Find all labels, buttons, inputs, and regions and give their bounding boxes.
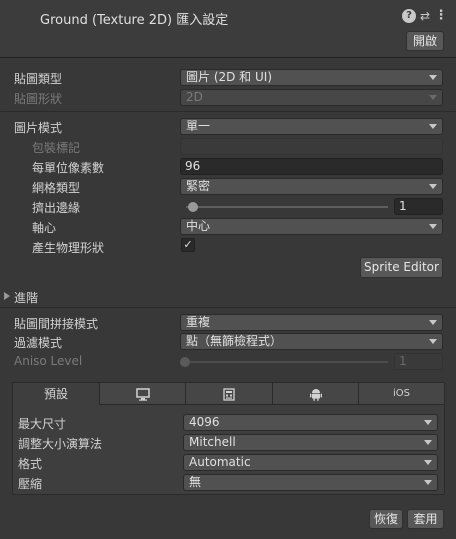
mesh-type-label: 網格類型: [32, 181, 81, 195]
tab-android[interactable]: [273, 383, 359, 405]
expand-arrow-icon[interactable]: [4, 292, 10, 300]
pixels-per-unit-label: 每單位像素數: [32, 161, 105, 175]
chevron-down-icon: [429, 95, 437, 100]
help-icon[interactable]: ?: [402, 9, 416, 23]
generate-physics-label: 產生物理形狀: [32, 241, 105, 255]
generate-physics-checkbox[interactable]: ✓: [181, 238, 195, 252]
wrap-mode-label: 貼圖間拼接模式: [14, 317, 99, 331]
extrude-edges-field[interactable]: 1: [394, 198, 443, 215]
max-size-label: 最大尺寸: [18, 417, 67, 431]
texture-shape-value: 2D: [186, 90, 203, 104]
tab-ios-label: iOS: [393, 388, 410, 399]
chevron-down-icon: [429, 184, 437, 189]
chevron-down-icon: [424, 460, 432, 465]
chevron-down-icon: [429, 75, 437, 80]
android-icon: [309, 389, 322, 401]
chevron-down-icon: [424, 440, 432, 445]
texture-type-value: 圖片 (2D 和 UI): [186, 70, 273, 84]
tab-ios[interactable]: iOS: [359, 383, 444, 405]
tab-default-label: 預設: [43, 387, 68, 401]
resize-algorithm-value: Mitchell: [189, 435, 236, 449]
open-button[interactable]: 開啟: [406, 31, 444, 51]
apply-button[interactable]: 套用: [407, 509, 444, 529]
advanced-foldout-label[interactable]: 進階: [14, 289, 38, 306]
context-menu-icon[interactable]: ⋮: [434, 9, 448, 23]
resize-algorithm-label: 調整大小演算法: [18, 437, 103, 451]
packing-tag-field: [180, 138, 443, 155]
chevron-down-icon: [429, 224, 437, 229]
resize-algorithm-dropdown[interactable]: Mitchell: [183, 434, 438, 451]
compression-label: 壓縮: [18, 477, 43, 491]
pivot-label: 軸心: [32, 221, 57, 235]
pivot-dropdown[interactable]: 中心: [180, 218, 443, 235]
tab-default[interactable]: 預設: [13, 383, 100, 405]
chevron-down-icon: [424, 480, 432, 485]
chevron-down-icon: [429, 124, 437, 129]
extrude-edges-label: 擠出邊緣: [32, 201, 81, 215]
aniso-level-label: Aniso Level: [14, 354, 83, 368]
mesh-type-value: 緊密: [186, 179, 211, 193]
max-size-value: 4096: [189, 415, 220, 429]
texture-shape-dropdown: 2D: [180, 89, 443, 106]
webgl-icon: [223, 388, 235, 401]
format-label: 格式: [18, 457, 43, 471]
texture-shape-label: 貼圖形狀: [14, 92, 63, 106]
tab-standalone[interactable]: [100, 383, 186, 405]
pixels-per-unit-field[interactable]: 96: [180, 158, 443, 175]
divider: [0, 111, 456, 112]
max-size-dropdown[interactable]: 4096: [183, 414, 438, 431]
filter-mode-dropdown[interactable]: 點（無篩檢程式）: [180, 333, 443, 350]
revert-button[interactable]: 恢復: [369, 509, 403, 529]
extrude-edges-slider-track[interactable]: [186, 206, 388, 208]
chevron-down-icon: [429, 339, 437, 344]
filter-mode-value: 點（無篩檢程式）: [186, 334, 283, 348]
wrap-mode-dropdown[interactable]: 重複: [180, 314, 443, 331]
format-dropdown[interactable]: Automatic: [183, 454, 438, 471]
sprite-mode-dropdown[interactable]: 單一: [180, 118, 443, 135]
extrude-edges-slider-thumb[interactable]: [188, 202, 198, 212]
aniso-level-slider-thumb: [180, 357, 190, 367]
texture-type-dropdown[interactable]: 圖片 (2D 和 UI): [180, 69, 443, 86]
mesh-type-dropdown[interactable]: 緊密: [180, 178, 443, 195]
chevron-down-icon: [424, 420, 432, 425]
packing-tag-label: 包裝標記: [32, 141, 81, 155]
pivot-value: 中心: [186, 219, 211, 233]
divider: [0, 307, 456, 308]
compression-value: 無: [189, 475, 202, 489]
wrap-mode-value: 重複: [186, 315, 211, 329]
compression-dropdown[interactable]: 無: [183, 474, 438, 491]
aniso-level-field: 1: [394, 353, 443, 370]
preset-icon[interactable]: ⇄: [418, 9, 432, 23]
sprite-editor-button[interactable]: Sprite Editor: [360, 257, 443, 278]
texture-type-label: 貼圖類型: [14, 72, 63, 86]
monitor-icon: [135, 388, 150, 401]
inspector-title: Ground (Texture 2D) 匯入設定: [40, 13, 229, 28]
chevron-down-icon: [429, 320, 437, 325]
sprite-mode-label: 圖片模式: [14, 121, 63, 135]
filter-mode-label: 過濾模式: [14, 336, 63, 350]
aniso-level-slider-track: [186, 361, 388, 363]
tab-webgl[interactable]: [186, 383, 273, 405]
format-value: Automatic: [189, 455, 251, 469]
sprite-mode-value: 單一: [186, 119, 211, 133]
